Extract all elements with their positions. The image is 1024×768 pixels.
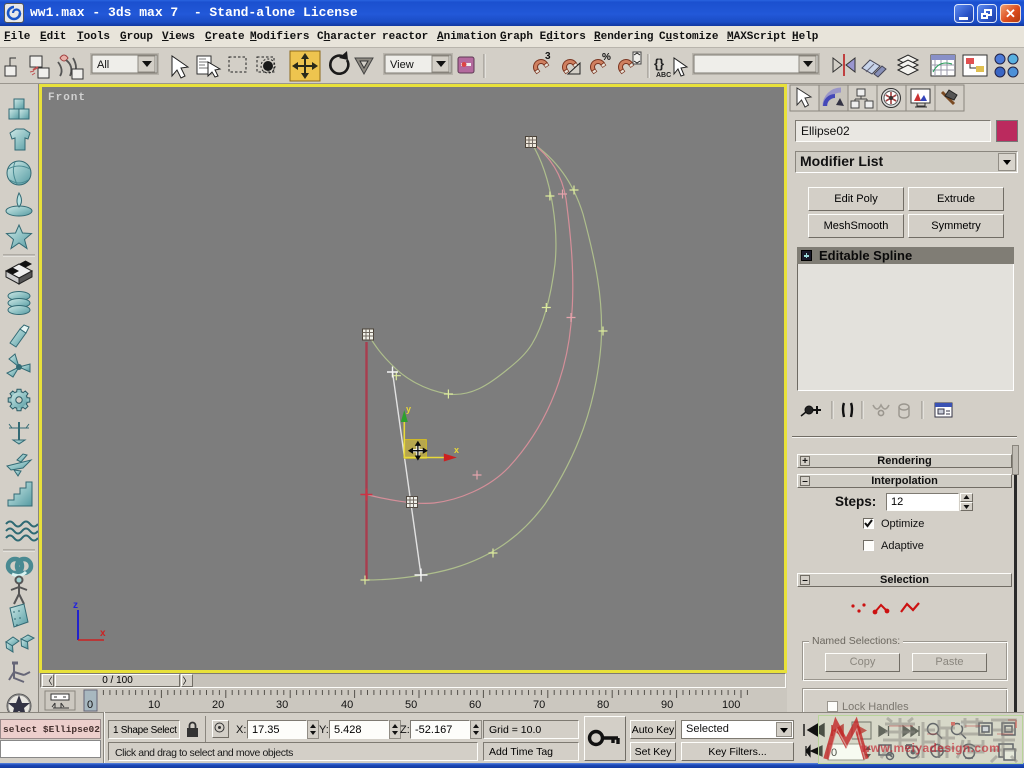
svg-text:50: 50: [405, 699, 417, 711]
svg-text:80: 80: [597, 699, 609, 711]
svg-text:40: 40: [341, 699, 353, 711]
svg-text:{}: {}: [654, 56, 664, 71]
svg-text:10: 10: [148, 699, 160, 711]
svg-text:View: View: [390, 59, 414, 71]
svg-text:60: 60: [469, 699, 481, 711]
svg-text:20: 20: [212, 699, 224, 711]
svg-text:0: 0: [87, 699, 93, 711]
svg-text:x: x: [100, 628, 106, 639]
svg-text:y: y: [406, 404, 411, 414]
svg-text:ABC: ABC: [656, 72, 671, 79]
svg-text:100: 100: [722, 699, 740, 711]
svg-text:70: 70: [533, 699, 545, 711]
svg-text:x: x: [454, 445, 459, 455]
svg-text:3: 3: [545, 51, 551, 62]
svg-text:All: All: [97, 59, 109, 71]
svg-text:90: 90: [661, 699, 673, 711]
svg-text:%: %: [602, 52, 611, 63]
svg-text:z: z: [73, 600, 78, 611]
svg-text:30: 30: [276, 699, 288, 711]
